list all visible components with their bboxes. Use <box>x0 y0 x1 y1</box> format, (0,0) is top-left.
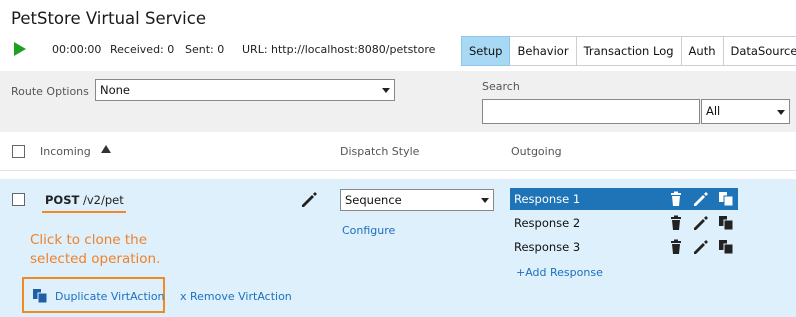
route-options-select[interactable]: None <box>95 79 395 101</box>
header-divider <box>0 170 796 171</box>
select-all-checkbox[interactable] <box>12 145 25 158</box>
response-item[interactable]: Response 3 <box>510 236 738 258</box>
column-incoming[interactable]: Incoming <box>40 145 91 158</box>
response-label: Response 3 <box>514 240 581 254</box>
route-options-value: None <box>100 83 131 97</box>
edit-icon[interactable] <box>300 191 318 209</box>
chevron-down-icon <box>777 110 785 115</box>
operation-path: /v2/pet <box>83 193 124 207</box>
configure-link[interactable]: Configure <box>342 224 395 237</box>
chevron-down-icon <box>481 198 489 203</box>
edit-icon[interactable] <box>693 215 709 231</box>
sent-count: Sent: 0 <box>185 43 225 56</box>
trash-icon[interactable] <box>668 215 684 231</box>
tab-behavior[interactable]: Behavior <box>510 36 577 66</box>
duplicate-icon[interactable] <box>32 288 48 304</box>
received-count: Received: 0 <box>110 43 175 56</box>
column-outgoing: Outgoing <box>511 145 562 158</box>
sort-ascending-icon[interactable] <box>101 145 111 153</box>
trash-icon[interactable] <box>668 191 684 207</box>
play-icon[interactable] <box>14 42 26 56</box>
response-label: Response 1 <box>514 192 581 206</box>
response-item[interactable]: Response 2 <box>510 212 738 234</box>
duplicate-virtaction-button[interactable]: Duplicate VirtAction <box>55 290 165 303</box>
response-label: Response 2 <box>514 216 581 230</box>
operation-method: POST <box>45 193 80 207</box>
chevron-down-icon <box>382 88 390 93</box>
tab-setup[interactable]: Setup <box>461 36 511 66</box>
remove-virtaction-button[interactable]: x Remove VirtAction <box>180 290 292 303</box>
add-response-link[interactable]: +Add Response <box>516 266 603 279</box>
edit-icon[interactable] <box>693 191 709 207</box>
dispatch-style-select[interactable]: Sequence <box>340 189 494 211</box>
elapsed-time: 00:00:00 <box>52 43 102 56</box>
tab-auth[interactable]: Auth <box>681 36 724 66</box>
response-item[interactable]: Response 1 <box>510 188 738 210</box>
search-input[interactable] <box>482 99 700 124</box>
copy-icon[interactable] <box>718 215 734 231</box>
search-scope-select[interactable]: All <box>701 99 790 124</box>
tab-bar: Setup Behavior Transaction Log Auth Data… <box>461 36 796 66</box>
search-label: Search <box>482 80 520 93</box>
operation-route[interactable]: POST /v2/pet <box>45 193 124 207</box>
operation-underline <box>42 211 126 213</box>
copy-icon[interactable] <box>718 191 734 207</box>
search-scope-value: All <box>706 104 721 118</box>
column-dispatch-style: Dispatch Style <box>340 145 420 158</box>
callout-hint: Click to clone the selected operation. <box>30 231 160 269</box>
tab-transaction-log[interactable]: Transaction Log <box>576 36 682 66</box>
dispatch-style-value: Sequence <box>345 193 402 207</box>
trash-icon[interactable] <box>668 239 684 255</box>
callout-line-2: selected operation. <box>30 251 161 267</box>
copy-icon[interactable] <box>718 239 734 255</box>
tab-datasources[interactable]: DataSources <box>723 36 796 66</box>
page-title: PetStore Virtual Service <box>11 9 206 28</box>
callout-line-1: Click to clone the <box>30 232 148 248</box>
row-checkbox[interactable] <box>12 193 25 206</box>
service-url: URL: http://localhost:8080/petstore <box>242 43 436 56</box>
route-options-label: Route Options <box>11 85 89 98</box>
edit-icon[interactable] <box>693 239 709 255</box>
